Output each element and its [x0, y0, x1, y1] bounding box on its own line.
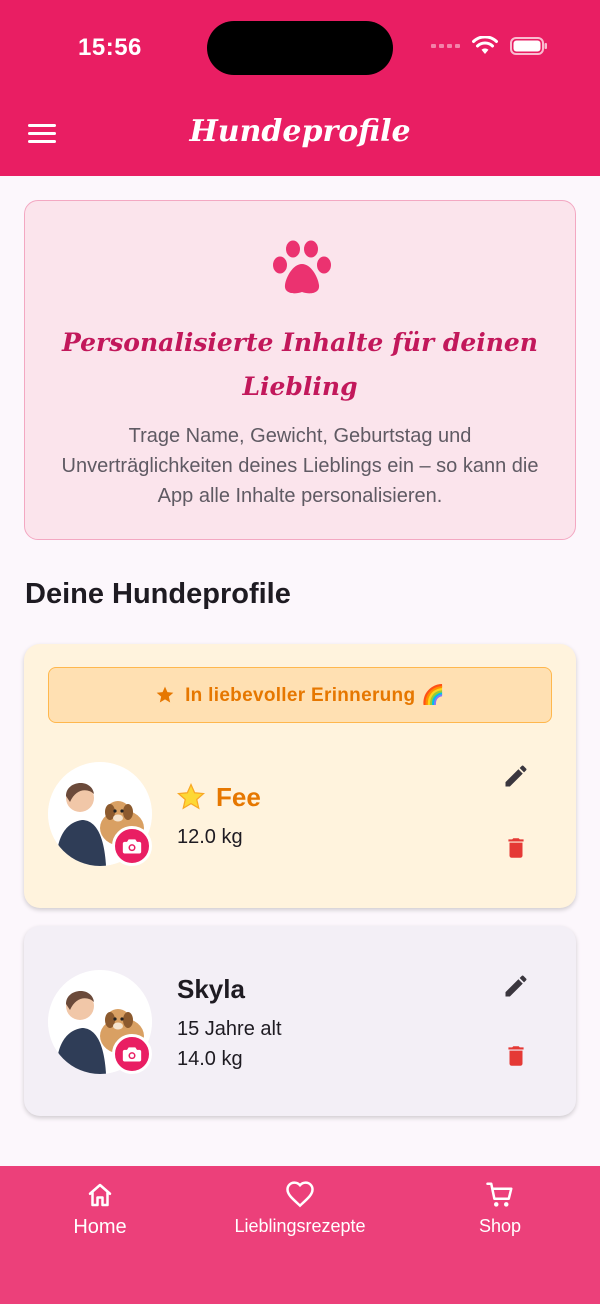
- nav-label: Shop: [478, 1216, 522, 1236]
- memorial-label: In liebevoller Erinnerung 🌈: [185, 685, 445, 706]
- nav-item-home[interactable]: Home: [50, 1180, 150, 1239]
- home-icon: [88, 1183, 112, 1207]
- dynamic-island: [207, 21, 393, 75]
- info-title: Personalisierte Inhalte für deinen Liebl…: [62, 328, 538, 401]
- dog-avatar[interactable]: [48, 970, 152, 1074]
- delete-button[interactable]: [500, 832, 532, 864]
- dog-age: 15 Jahre alt: [177, 1018, 282, 1040]
- cart-icon: [486, 1182, 513, 1207]
- camera-icon: [122, 839, 142, 854]
- battery-icon: [510, 37, 547, 55]
- status-icons: [431, 36, 548, 56]
- dog-card-skyla[interactable]: Skyla 15 Jahre alt 14.0 kg: [24, 926, 576, 1116]
- star-emoji-icon: [176, 782, 206, 810]
- edit-button[interactable]: [500, 760, 532, 792]
- personalization-info-card: Personalisierte Inhalte für deinen Liebl…: [24, 200, 576, 540]
- status-time: 15:56: [78, 34, 142, 61]
- edit-icon: [505, 975, 527, 997]
- paw-icon: [273, 240, 331, 294]
- camera-icon: [122, 1047, 142, 1062]
- star-icon: [156, 686, 174, 703]
- dog-name: Fee: [216, 782, 261, 812]
- bottom-navigation: Home Lieblingsrezepte Shop: [0, 1166, 600, 1304]
- wifi-icon: [472, 36, 498, 54]
- edit-button[interactable]: [500, 970, 532, 1002]
- dog-card-fee[interactable]: In liebevoller Erinnerung 🌈 Fee 12.0 kg: [24, 644, 576, 908]
- camera-button[interactable]: [112, 826, 152, 866]
- dog-name: Skyla: [177, 974, 245, 1004]
- delete-button[interactable]: [500, 1040, 532, 1072]
- nav-item-shop[interactable]: Shop: [450, 1180, 550, 1237]
- dog-weight: 14.0 kg: [177, 1048, 243, 1070]
- trash-icon: [508, 1046, 524, 1066]
- app-bar: 15:56 Hundeprofile: [0, 0, 600, 176]
- nav-label: Lieblingsrezepte: [234, 1216, 366, 1236]
- edit-icon: [505, 765, 527, 787]
- memorial-banner: In liebevoller Erinnerung 🌈: [48, 667, 552, 723]
- dog-weight: 12.0 kg: [177, 826, 243, 848]
- dog-avatar[interactable]: [48, 762, 152, 866]
- heart-icon: [286, 1181, 314, 1208]
- camera-button[interactable]: [112, 1034, 152, 1074]
- signal-icon: [431, 44, 460, 48]
- trash-icon: [508, 838, 524, 858]
- nav-label: Home: [73, 1216, 127, 1238]
- info-text: Trage Name, Gewicht, Geburtstag und Unve…: [61, 425, 539, 507]
- nav-item-favorites[interactable]: Lieblingsrezepte: [220, 1180, 380, 1237]
- section-title: Deine Hundeprofile: [25, 578, 291, 610]
- page-title: Hundeprofile: [189, 114, 411, 149]
